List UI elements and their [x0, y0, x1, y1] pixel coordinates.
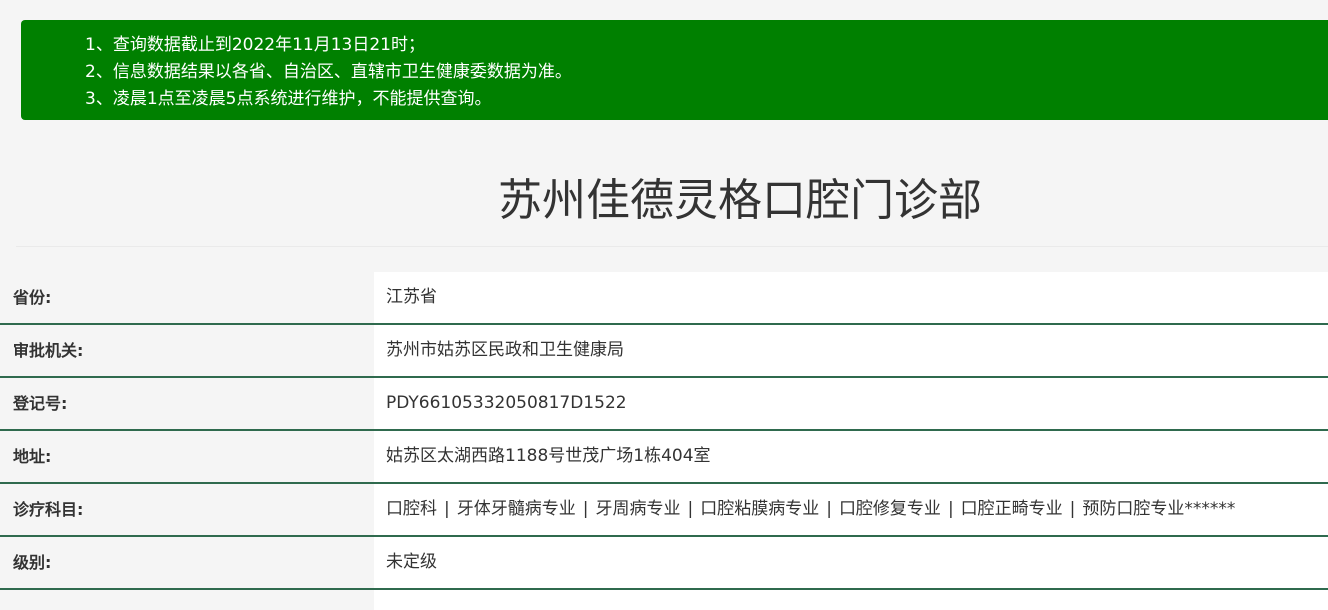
department-separator: | — [444, 499, 450, 519]
department-separator: | — [582, 499, 589, 519]
province-label: 省份: — [0, 272, 374, 323]
department-separator: | — [947, 499, 954, 519]
approval-authority-value: 苏州市姑苏区民政和卫生健康局 — [374, 325, 1328, 376]
approval-authority-label: 审批机关: — [0, 325, 374, 376]
address-value: 姑苏区太湖西路1188号世茂广场1栋404室 — [374, 431, 1328, 482]
department-item: 牙周病专业 — [595, 499, 681, 519]
title-divider — [16, 246, 1328, 247]
row-address: 地址: 姑苏区太湖西路1188号世茂广场1栋404室 — [0, 431, 1328, 484]
province-value: 江苏省 — [374, 272, 1328, 323]
page-title: 苏州佳德灵格口腔门诊部 — [498, 175, 982, 226]
row-partial — [0, 590, 1328, 610]
department-item: 口腔修复专业 — [838, 499, 941, 519]
notice-banner: 1、查询数据截止到2022年11月13日21时； 2、信息数据结果以各省、自治区… — [21, 20, 1328, 120]
info-table: 省份: 江苏省 审批机关: 苏州市姑苏区民政和卫生健康局 登记号: PDY661… — [0, 272, 1328, 610]
row-approval-authority: 审批机关: 苏州市姑苏区民政和卫生健康局 — [0, 325, 1328, 378]
department-item: 口腔粘膜病专业 — [700, 499, 820, 519]
notice-line-1: 1、查询数据截止到2022年11月13日21时； — [85, 35, 425, 55]
row-level: 级别: 未定级 — [0, 537, 1328, 590]
level-label: 级别: — [0, 537, 374, 588]
department-separator: | — [687, 499, 694, 519]
department-item: 牙体牙髓病专业 — [456, 499, 576, 519]
department-separator: | — [826, 499, 832, 519]
department-separator: | — [1069, 499, 1076, 519]
notice-line-2: 2、信息数据结果以各省、自治区、直辖市卫生健康委数据为准。 — [85, 62, 572, 82]
level-value: 未定级 — [374, 537, 1328, 588]
department-item: 口腔科 — [386, 499, 437, 519]
registration-number-value: PDY66105332050817D1522 — [374, 378, 1328, 429]
registration-number-label: 登记号: — [0, 378, 374, 429]
partial-label — [0, 590, 374, 610]
address-label: 地址: — [0, 431, 374, 482]
notice-line-3: 3、凌晨1点至凌晨5点系统进行维护，不能提供查询。 — [85, 89, 492, 109]
partial-value — [374, 590, 1328, 610]
row-registration-number: 登记号: PDY66105332050817D1522 — [0, 378, 1328, 431]
row-province: 省份: 江苏省 — [0, 272, 1328, 325]
department-item: 口腔正畸专业 — [960, 499, 1063, 519]
departments-label: 诊疗科目: — [0, 484, 374, 535]
departments-value: 口腔科 | 牙体牙髓病专业 | 牙周病专业 | 口腔粘膜病专业 | 口腔修复专业 | 口腔正畸专业 |… — [374, 484, 1328, 535]
row-departments: 诊疗科目: 口腔科 | 牙体牙髓病专业 | 牙周病专业 | 口腔粘膜病专业 | 口腔修复专业 | 口… — [0, 484, 1328, 537]
department-item: 预防口腔专业****** — [1082, 499, 1236, 519]
